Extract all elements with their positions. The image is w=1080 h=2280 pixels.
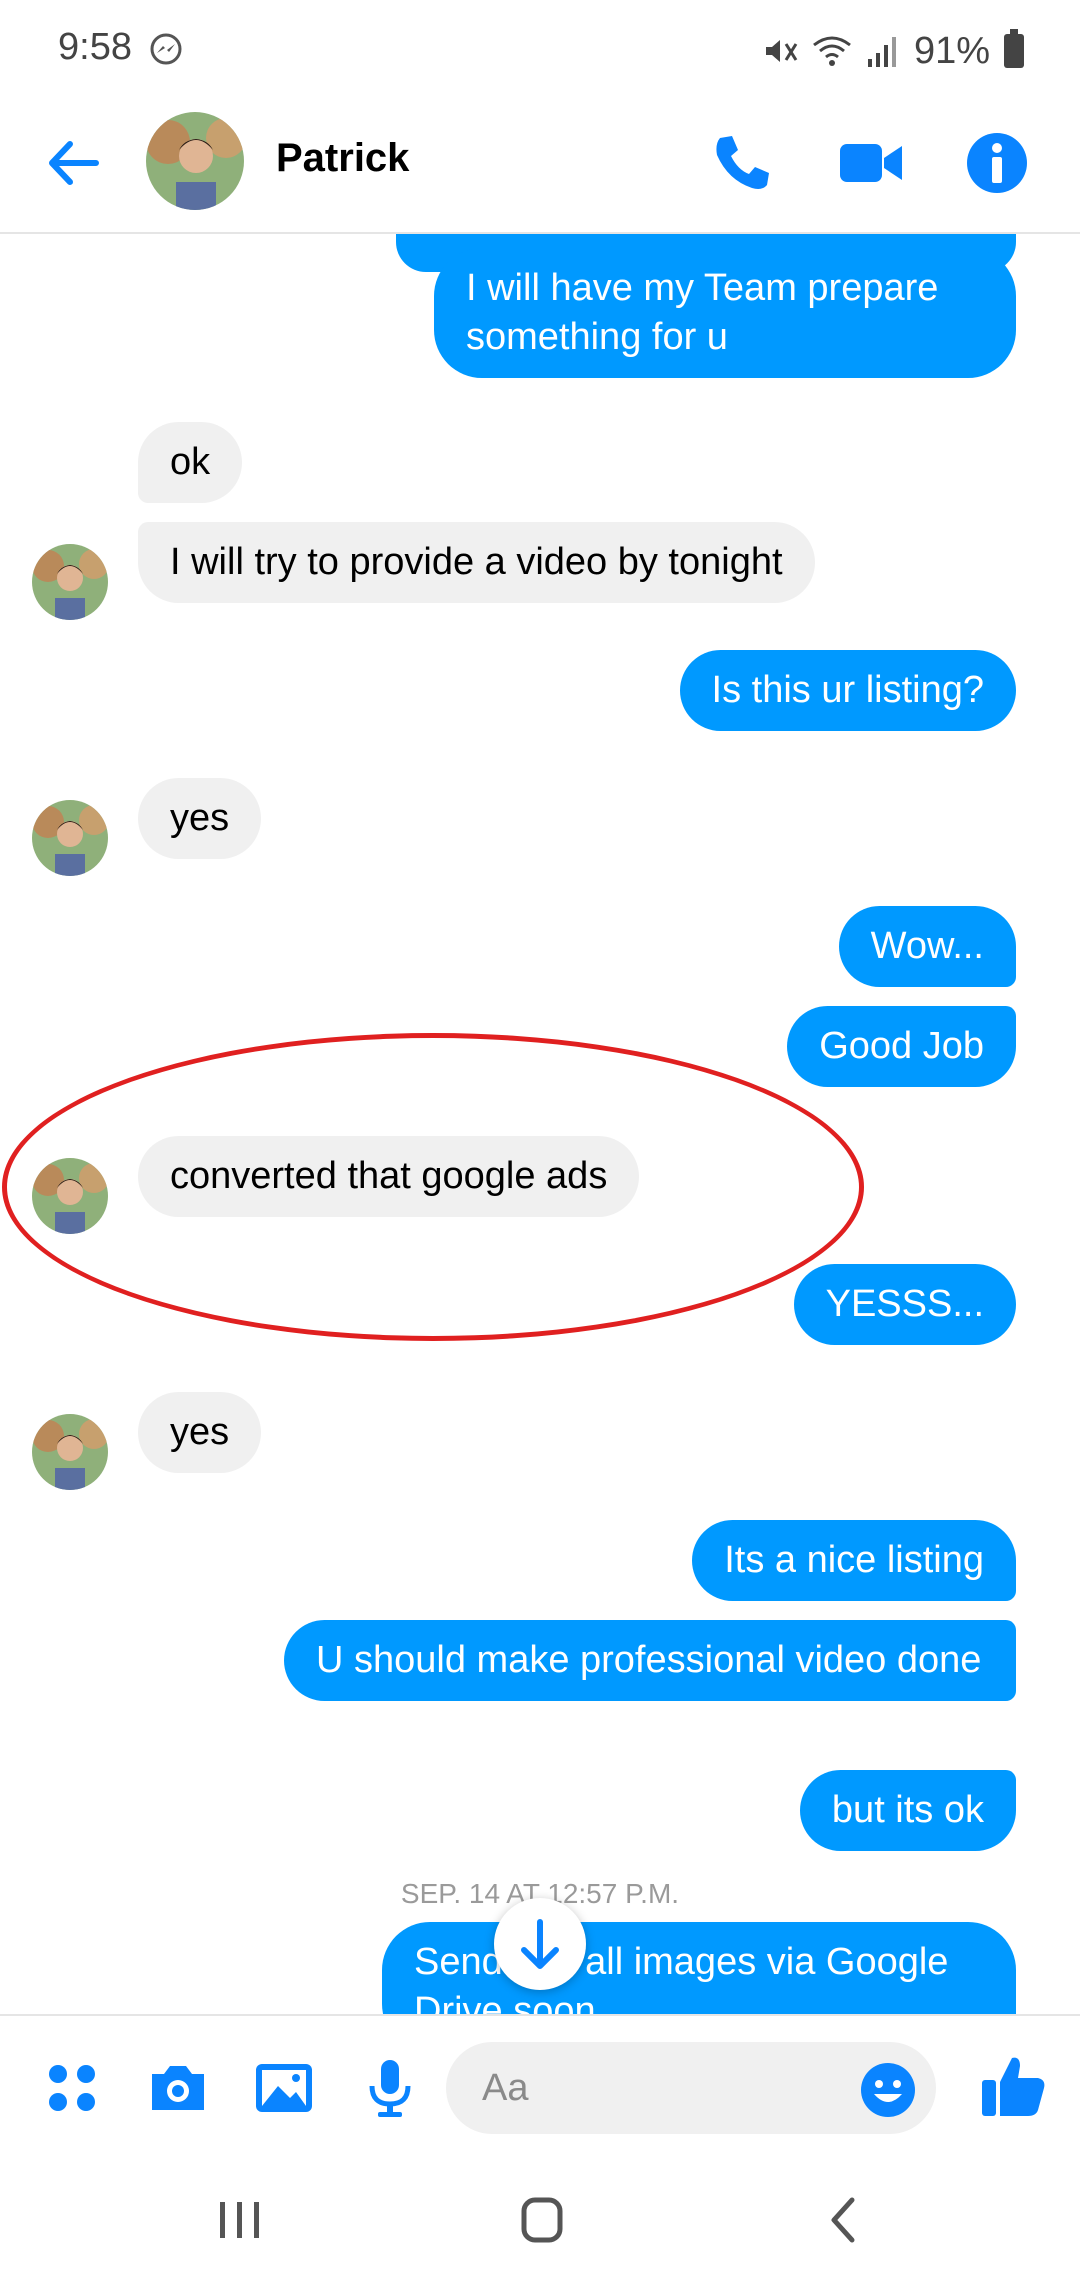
- battery-icon: [1004, 29, 1024, 68]
- message-outgoing[interactable]: I will have my Team prepare something fo…: [434, 248, 1016, 378]
- contact-avatar-small[interactable]: [32, 800, 108, 876]
- back-arrow-icon[interactable]: [40, 130, 106, 196]
- message-outgoing[interactable]: Good Job: [787, 1006, 1016, 1087]
- apps-grid-icon[interactable]: [40, 2056, 104, 2120]
- thumbs-up-icon[interactable]: [978, 2050, 1050, 2122]
- status-icons: 91%: [762, 26, 1024, 76]
- contact-avatar[interactable]: [146, 112, 244, 210]
- message-incoming[interactable]: I will try to provide a video by tonight: [138, 522, 815, 603]
- message-outgoing[interactable]: YESSS...: [793, 1264, 1016, 1345]
- message-outgoing[interactable]: Its a nice listing: [692, 1520, 1016, 1601]
- contact-avatar-small[interactable]: [32, 1414, 108, 1490]
- contact-avatar-small[interactable]: [32, 544, 108, 620]
- camera-icon[interactable]: [146, 2056, 210, 2120]
- message-outgoing[interactable]: but its ok: [799, 1770, 1016, 1851]
- composer-bar: [0, 2014, 1080, 2162]
- mute-icon: [765, 40, 798, 62]
- signal-icon: [867, 37, 896, 67]
- message-incoming[interactable]: yes: [138, 778, 262, 859]
- message-outgoing[interactable]: Send you all images via Google Drive soo…: [382, 1922, 1016, 2014]
- scroll-down-arrow-icon[interactable]: [494, 1898, 586, 1990]
- message-outgoing[interactable]: U should make professional video done: [284, 1620, 1016, 1701]
- chat-header: Patrick: [0, 100, 1080, 234]
- contact-avatar-small[interactable]: [32, 1158, 108, 1234]
- conversation[interactable]: I will have my Team prepare something fo…: [0, 232, 1080, 2014]
- emoji-icon[interactable]: [860, 2062, 916, 2118]
- message-incoming[interactable]: yes: [138, 1392, 262, 1473]
- microphone-icon[interactable]: [358, 2056, 422, 2120]
- message-outgoing[interactable]: Is this ur listing?: [679, 650, 1016, 731]
- battery-percent: 91%: [913, 29, 990, 72]
- status-bar: 9:58 91%: [0, 0, 1080, 100]
- message-outgoing[interactable]: Wow...: [838, 906, 1016, 987]
- recent-apps-icon[interactable]: [204, 2184, 276, 2256]
- messenger-icon: [150, 33, 182, 65]
- video-camera-icon[interactable]: [836, 128, 906, 198]
- contact-name[interactable]: Patrick: [276, 136, 409, 181]
- home-icon[interactable]: [506, 2184, 578, 2256]
- message-incoming[interactable]: ok: [138, 422, 243, 503]
- system-nav-bar: [0, 2160, 1080, 2280]
- message-incoming[interactable]: converted that google ads: [138, 1136, 640, 1217]
- status-time: 9:58: [58, 26, 132, 68]
- wifi-icon: [813, 36, 851, 66]
- phone-icon[interactable]: [706, 128, 776, 198]
- gallery-icon[interactable]: [252, 2056, 316, 2120]
- back-icon[interactable]: [808, 2184, 880, 2256]
- info-icon[interactable]: [962, 128, 1032, 198]
